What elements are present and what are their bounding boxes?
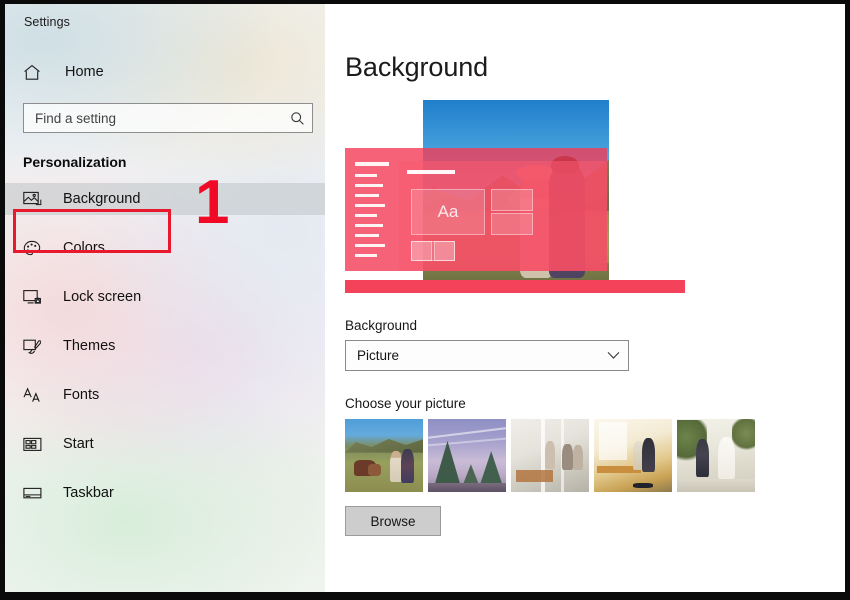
preview-tile — [411, 241, 455, 261]
sidebar-item-taskbar[interactable]: Taskbar — [5, 477, 325, 509]
settings-sidebar: Settings Home Find a setting Personaliza… — [5, 4, 325, 592]
thumbnail-pine-trees[interactable] — [428, 419, 506, 492]
home-icon — [23, 62, 47, 82]
preview-start-group-underline — [407, 170, 455, 174]
app-title: Settings — [24, 15, 70, 29]
background-type-dropdown[interactable]: Picture — [345, 340, 629, 371]
preview-tile — [491, 213, 533, 235]
choose-picture-label: Choose your picture — [345, 396, 466, 411]
screenshot-frame: Settings Home Find a setting Personaliza… — [0, 0, 850, 600]
thumbnail-glass-interior[interactable] — [511, 419, 589, 492]
background-preview: Aa — [345, 100, 685, 295]
sidebar-nav-list: Background Colors Lock screen Themes Fon… — [5, 183, 325, 509]
search-input[interactable] — [24, 110, 282, 126]
search-box[interactable] — [23, 103, 313, 133]
sidebar-category-heading: Personalization — [23, 154, 127, 170]
fonts-aa-icon — [23, 385, 45, 405]
browse-button[interactable]: Browse — [345, 506, 441, 536]
picture-thumbnail-list — [345, 419, 845, 492]
sidebar-item-lock-screen[interactable]: Lock screen — [5, 281, 325, 313]
sidebar-item-label-start: Start — [63, 436, 94, 452]
settings-window: Settings Home Find a setting Personaliza… — [5, 4, 845, 592]
sidebar-item-label-lock-screen: Lock screen — [63, 289, 142, 305]
preview-taskbar — [345, 280, 685, 293]
thumbnail-garden-couple[interactable] — [677, 419, 755, 492]
sidebar-item-label-fonts: Fonts — [63, 387, 100, 403]
chevron-down-icon — [598, 351, 628, 360]
search-icon[interactable] — [282, 104, 312, 132]
sidebar-item-label-home: Home — [65, 64, 104, 80]
paintbrush-icon — [23, 336, 45, 356]
background-field-label: Background — [345, 318, 418, 333]
sidebar-item-themes[interactable]: Themes — [5, 330, 325, 362]
palette-icon — [23, 238, 45, 258]
page-title: Background — [345, 52, 489, 82]
preview-start-menu: Aa — [345, 148, 607, 271]
preview-tile-aa: Aa — [411, 189, 485, 235]
sidebar-item-start[interactable]: Start — [5, 428, 325, 460]
thumbnail-warm-interior[interactable] — [594, 419, 672, 492]
sidebar-item-label-themes: Themes — [63, 338, 116, 354]
sidebar-item-label-taskbar: Taskbar — [63, 485, 114, 501]
background-type-value: Picture — [357, 348, 400, 363]
thumbnail-horse-field[interactable] — [345, 419, 423, 492]
sidebar-item-colors[interactable]: Colors — [5, 232, 325, 264]
preview-start-tiles-area: Aa — [399, 161, 607, 271]
sidebar-item-background[interactable]: Background — [5, 183, 325, 215]
sidebar-item-home[interactable]: Home — [5, 55, 325, 89]
background-field-section: Background Picture 2 — [345, 318, 845, 371]
sidebar-item-label-colors: Colors — [63, 240, 105, 256]
sidebar-item-label-background: Background — [63, 191, 141, 207]
taskbar-icon — [23, 483, 45, 503]
sidebar-item-fonts[interactable]: Fonts — [5, 379, 325, 411]
browse-section: Browse 3 — [345, 506, 845, 536]
preview-start-left-rail — [345, 148, 399, 271]
choose-picture-section: Choose your picture — [345, 396, 845, 492]
start-tiles-icon — [23, 434, 45, 454]
settings-main-content: Background Aa Background Picture Choose … — [325, 4, 845, 592]
picture-icon — [23, 189, 45, 209]
preview-tile — [491, 189, 533, 211]
lock-screen-icon — [23, 287, 45, 307]
